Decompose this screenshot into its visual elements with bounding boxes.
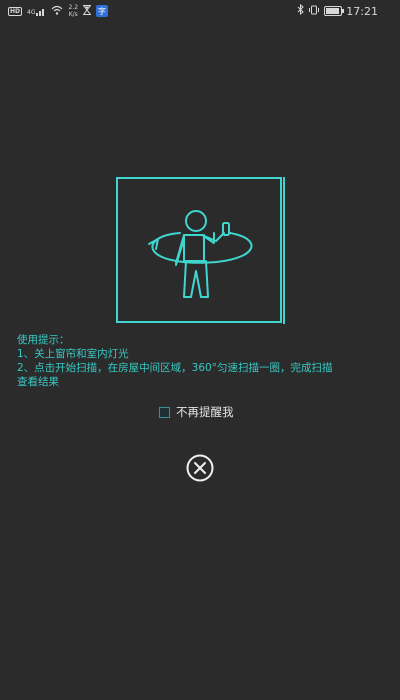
hd-badge: HD xyxy=(8,6,23,16)
tips-heading: 使用提示： xyxy=(17,334,70,346)
bluetooth-icon xyxy=(297,3,305,18)
hourglass-icon xyxy=(82,4,92,18)
dont-remind-toggle[interactable]: 不再提醒我 xyxy=(159,404,234,420)
vibrate-icon xyxy=(308,5,320,18)
battery-icon xyxy=(324,6,345,16)
usage-tips: 使用提示： 1、关上窗帘和室内灯光 2、点击开始扫描，在房屋中间区域，360°匀… xyxy=(17,333,387,389)
scan-guide-screen: HD 4G 2.2 K/s 字 17:21 使用提示： 1、关上窗帘和室内灯光 … xyxy=(0,0,400,700)
app-notification-badge: 字 xyxy=(96,5,109,17)
tip-line-3: 查看结果 xyxy=(17,376,59,388)
cellular-signal-icon: 4G xyxy=(27,7,46,16)
network-type-label: 4G xyxy=(27,8,36,16)
tip-line-1: 1、关上窗帘和室内灯光 xyxy=(17,348,129,360)
status-clock: 17:21 xyxy=(346,4,378,18)
status-bar-left: HD 4G 2.2 K/s 字 xyxy=(8,3,109,19)
status-bar: HD 4G 2.2 K/s 字 17:21 xyxy=(0,0,400,22)
battery-level xyxy=(326,8,340,14)
battery-cap xyxy=(342,9,345,13)
dont-remind-checkbox[interactable] xyxy=(159,406,170,418)
status-bar-right: 17:21 xyxy=(297,3,378,19)
network-speed-value: 2.2 xyxy=(68,4,79,11)
dont-remind-label: 不再提醒我 xyxy=(176,405,234,419)
close-icon xyxy=(186,454,214,482)
network-speed-unit: K/s xyxy=(68,11,78,18)
person-rotating-icon xyxy=(148,210,253,298)
scan-guide-frame-edge xyxy=(283,177,285,324)
tip-line-2: 2、点击开始扫描，在房屋中间区域，360°匀速扫描一圈，完成扫描 xyxy=(17,362,333,374)
close-button[interactable] xyxy=(185,453,215,483)
wifi-icon xyxy=(51,5,63,18)
network-speed: 2.2 K/s xyxy=(68,4,78,18)
